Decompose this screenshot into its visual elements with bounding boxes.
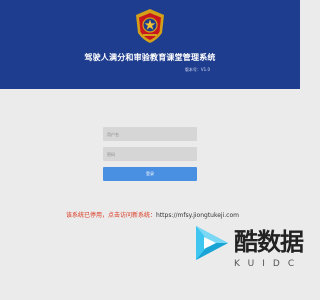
play-triangle-logo-icon	[196, 226, 228, 260]
header-banner: 驾驶人满分和审验教育课堂管理系统 版本号：V1.0	[0, 0, 300, 89]
version-label: 版本号：V1.0	[184, 67, 210, 72]
police-emblem-icon	[136, 9, 164, 43]
watermark-sub-text: KUIDC	[234, 259, 303, 269]
login-button[interactable]: 登录	[103, 167, 197, 181]
watermark-main-text: 酷数据	[234, 228, 304, 256]
username-input[interactable]	[103, 127, 197, 141]
password-input[interactable]	[103, 147, 197, 161]
watermark: 酷数据 KUIDC	[190, 218, 304, 300]
notice-text: 该系统已停用，点击访问新系统：	[66, 212, 157, 219]
system-title: 驾驶人满分和审验教育课堂管理系统	[84, 53, 216, 62]
